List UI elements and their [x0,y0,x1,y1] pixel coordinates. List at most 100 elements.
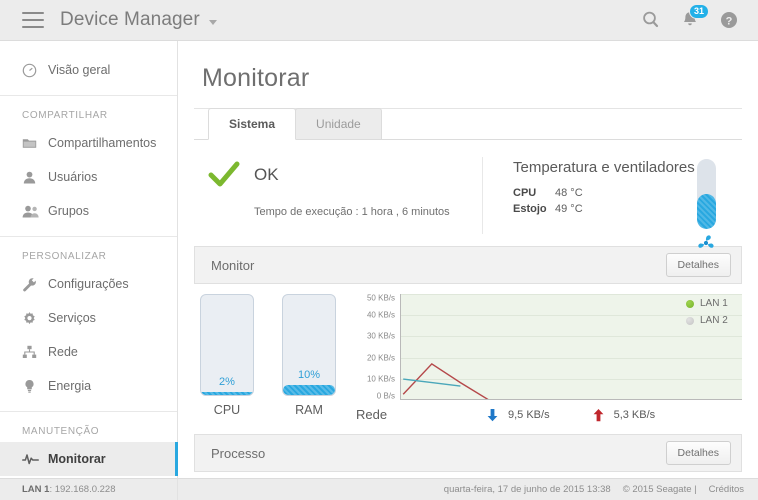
svg-text:?: ? [726,15,733,27]
tab-unidade[interactable]: Unidade [295,108,382,140]
legend-item[interactable]: LAN 1 [686,298,742,309]
arrow-up-icon [592,408,605,422]
sidebar-item-grupos[interactable]: Grupos [0,194,177,228]
main-content: Monitorar Sistema Unidade OK Tempo de ex… [178,41,758,478]
download-rate: 9,5 KB/s [486,408,550,422]
sidebar-group-title: PERSONALIZAR [22,251,107,262]
legend-label: LAN 2 [700,315,728,326]
sidebar-item-visao-geral[interactable]: Visão geral [0,53,177,87]
upload-rate-value: 5,3 KB/s [613,408,656,421]
ram-gauge-wrap: 10% RAM [282,294,336,422]
resource-gauges: 2% CPU 10% RAM [194,294,336,422]
status-state: OK [254,165,279,184]
cpu-gauge-fill [201,392,253,395]
temperature-key: Estojo [513,203,547,215]
process-details-button[interactable]: Detalhes [665,441,731,465]
section-title: Processo [211,445,266,461]
top-bar: Device Manager 31 ? [0,0,758,41]
wrench-icon [22,277,44,292]
help-icon[interactable]: ? [718,9,740,31]
notification-badge: 31 [688,4,709,19]
download-rate-value: 9,5 KB/s [508,408,550,421]
ram-percent-label: 10% [297,369,321,381]
sidebar-item-label: Compartilhamentos [48,136,157,150]
cpu-gauge: 2% [200,294,254,396]
topbar-actions: 31 ? [640,4,740,31]
chart-y-tick: 0 B/s [376,391,395,401]
chart-line [403,364,489,400]
system-status-panel: OK Tempo de execução : 1 hora , 6 minuto… [194,157,483,234]
chart-y-tick: 50 KB/s [366,293,395,303]
sidebar-item-label: Energia [48,379,92,393]
runtime-text: Tempo de execução : 1 hora , 6 minutos [254,206,450,218]
temperature-panel: Temperatura e ventiladores CPU 48 °C Est… [483,157,742,248]
temperature-key: CPU [513,187,537,199]
ram-gauge: 10% [282,294,336,396]
page-title: Monitorar [202,64,310,92]
sidebar-item-rede[interactable]: Rede [0,335,177,369]
thermometer-icon [696,159,716,229]
thermometer-gauge [692,159,720,253]
chevron-down-icon[interactable] [208,19,217,25]
sidebar-item-energia[interactable]: Energia [0,369,177,403]
cpu-percent-label: 2% [219,376,235,388]
sidebar-item-servicos[interactable]: Serviços [0,301,177,335]
tab-bar: Sistema Unidade [178,108,758,140]
sidebar-item-label: Visão geral [48,63,111,77]
page-footer: quarta-feira, 17 de junho de 2015 13:38 … [178,478,758,500]
legend-dot-icon [686,316,694,325]
footer-copyright: © 2015 Seagate | [622,484,697,495]
pulse-icon [22,452,44,466]
upload-rate: 5,3 KB/s [592,408,656,422]
section-title: Monitor [211,257,255,273]
users-icon [22,204,44,219]
network-label: Rede [356,407,388,422]
sidebar-item-label: Rede [48,345,78,359]
app-title: Device Manager [60,9,200,30]
cpu-gauge-label: CPU [213,403,241,417]
monitor-section-header: Monitor Detalhes [194,246,742,284]
process-section-header: Processo Detalhes [194,434,742,472]
checkmark-icon [208,161,240,189]
temperature-value: 49 °C [555,203,583,215]
legend-dot-icon [686,299,694,308]
gear-icon [22,311,44,326]
sidebar-item-label: Configurações [48,277,129,291]
temperature-value: 48 °C [555,187,583,199]
monitor-details-button[interactable]: Detalhes [665,253,731,277]
hamburger-icon[interactable] [22,12,44,28]
sidebar-item-compartilhamentos[interactable]: Compartilhamentos [0,126,177,160]
credits-link[interactable]: Créditos [709,484,744,495]
sidebar-item-label: Serviços [48,311,96,325]
chart-y-tick: 40 KB/s [366,310,395,320]
sidebar: Visão geral COMPARTILHAR Compartilhament… [0,41,178,500]
sidebar-item-label: Usuários [48,170,98,184]
network-summary: Rede 9,5 KB/s 5,3 KB/s [352,407,742,422]
folder-icon [22,136,44,150]
lan-status-label: LAN 1 [22,484,50,495]
sidebar-item-configuracoes[interactable]: Configurações [0,267,177,301]
device-manager-window: Device Manager 31 ? Visão geral COMPARTI… [0,0,758,500]
sidebar-item-usuarios[interactable]: Usuários [0,160,177,194]
search-icon[interactable] [640,9,662,31]
legend-item[interactable]: LAN 2 [686,315,742,326]
legend-label: LAN 1 [700,298,728,309]
tab-sistema[interactable]: Sistema [208,108,297,140]
sidebar-group-title: COMPARTILHAR [22,110,108,121]
sidebar-group-title: MANUTENÇÃO [22,426,100,437]
sidebar-item-label: Grupos [48,204,89,218]
cpu-gauge-wrap: 2% CPU [200,294,254,422]
bulb-icon [22,379,44,394]
fan-icon [695,233,717,253]
ram-gauge-label: RAM [295,403,323,417]
chart-legend: LAN 1 LAN 2 [686,298,742,332]
clock-icon [22,63,44,78]
chart-y-tick: 10 KB/s [366,374,395,384]
status-header: OK [208,161,482,189]
bell-icon[interactable]: 31 [679,4,709,31]
network-chart: 50 KB/s 40 KB/s 30 KB/s 20 KB/s 10 KB/s 0 B/s… [352,293,742,401]
sidebar-item-monitorar[interactable]: Monitorar [0,442,178,476]
monitor-body: 2% CPU 10% RAM 50 KB/s 40 KB/s 30 KB/s 20 K… [178,284,758,422]
user-icon [22,170,44,185]
thermometer-fill [696,194,716,229]
